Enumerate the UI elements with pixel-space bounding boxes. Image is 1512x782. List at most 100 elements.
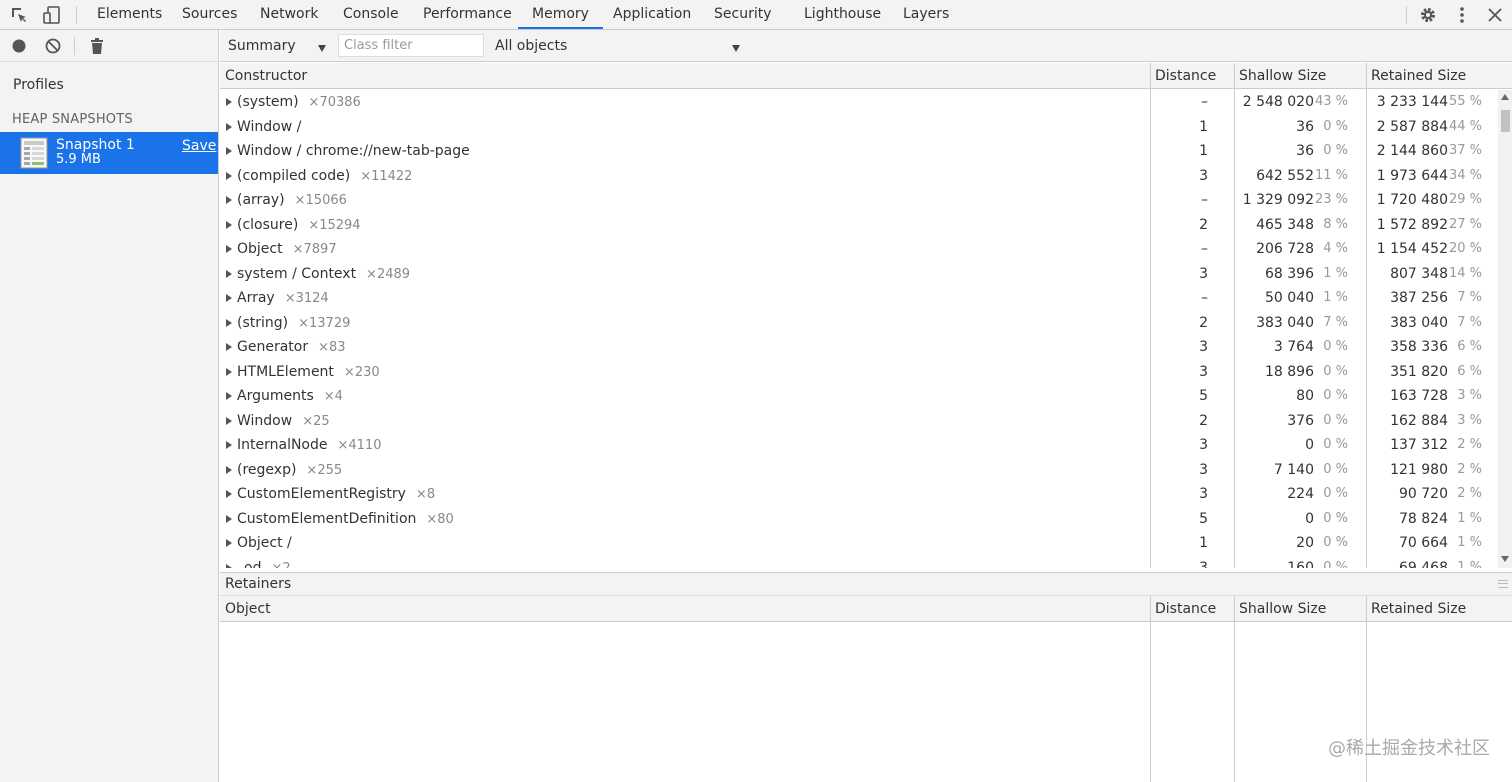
tab-performance[interactable]: Performance xyxy=(423,0,512,29)
scroll-down-icon[interactable] xyxy=(1501,556,1509,562)
snapshot-item[interactable]: Snapshot 1 5.9 MB Save xyxy=(0,132,218,174)
table-row[interactable]: (string) ×13729 2 383 040 7 % 383 040 7 % xyxy=(220,311,1498,336)
snapshot-save-link[interactable]: Save xyxy=(182,138,216,154)
table-row[interactable]: Window / chrome://new-tab-page 1 36 0 % 2 14… xyxy=(220,139,1498,164)
expand-triangle-icon[interactable] xyxy=(226,171,232,180)
retained-percent-cell: 34 % xyxy=(1448,167,1482,183)
header-distance[interactable]: Distance xyxy=(1150,63,1216,89)
expand-triangle-icon[interactable] xyxy=(226,392,232,400)
objects-select[interactable]: All objects xyxy=(495,34,745,58)
scroll-up-icon[interactable] xyxy=(1501,94,1509,100)
scrollbar-thumb[interactable] xyxy=(1501,110,1510,132)
expand-triangle-icon[interactable] xyxy=(226,416,232,425)
table-row[interactable]: Object / 1 20 0 % 70 664 1 % xyxy=(220,531,1498,556)
retained-size-cell: 807 348 xyxy=(1390,265,1448,282)
record-icon[interactable] xyxy=(10,37,28,55)
expand-triangle-icon[interactable] xyxy=(226,514,232,523)
constructor-cell: (system) ×70386 xyxy=(226,90,361,114)
expand-triangle-icon[interactable] xyxy=(226,343,232,351)
retained-percent-cell: 14 % xyxy=(1448,265,1482,281)
distance-cell: 1 xyxy=(1199,118,1208,135)
tab-memory[interactable]: Memory xyxy=(518,0,603,29)
table-row[interactable]: (array) ×15066 – 1 329 092 23 % 1 720 480 29 % xyxy=(220,188,1498,213)
constructor-name: (closure) xyxy=(237,216,299,233)
tab-elements[interactable]: Elements xyxy=(97,0,162,29)
clear-icon[interactable] xyxy=(44,37,62,55)
table-row[interactable]: Object ×7897 – 206 728 4 % 1 154 452 20 % xyxy=(220,237,1498,262)
expand-triangle-icon[interactable] xyxy=(226,98,232,106)
expand-triangle-icon[interactable] xyxy=(226,220,232,229)
table-row[interactable]: (regexp) ×255 3 7 140 0 % 121 980 2 % xyxy=(220,458,1498,483)
settings-gear-icon[interactable] xyxy=(1418,0,1438,29)
expand-triangle-icon[interactable] xyxy=(226,245,232,253)
distance-cell: 3 xyxy=(1199,437,1208,453)
table-row[interactable]: InternalNode ×4110 3 0 0 % 137 312 2 % xyxy=(220,433,1498,458)
expand-triangle-icon[interactable] xyxy=(226,122,232,131)
close-icon[interactable] xyxy=(1487,0,1503,29)
header-shallow-size[interactable]: Shallow Size xyxy=(1234,63,1326,89)
table-header: Constructor Distance Shallow Size Retain… xyxy=(220,63,1512,89)
expand-triangle-icon[interactable] xyxy=(226,147,232,155)
inspect-element-icon[interactable] xyxy=(9,0,29,29)
tab-console[interactable]: Console xyxy=(343,0,399,29)
retained-percent-cell: 6 % xyxy=(1457,363,1482,379)
retained-size-cell: 121 980 xyxy=(1390,461,1448,478)
retained-size-cell: 387 256 xyxy=(1390,290,1448,306)
table-row[interactable]: Generator ×83 3 3 764 0 % 358 336 6 % xyxy=(220,335,1498,360)
retained-percent-cell: 3 % xyxy=(1457,388,1482,403)
table-row[interactable]: Window ×25 2 376 0 % 162 884 3 % xyxy=(220,409,1498,434)
table-row[interactable]: Window / 1 36 0 % 2 587 884 44 % xyxy=(220,115,1498,140)
expand-triangle-icon[interactable] xyxy=(226,294,232,302)
expand-triangle-icon[interactable] xyxy=(226,490,232,498)
retained-size-cell: 137 312 xyxy=(1390,437,1448,453)
expand-triangle-icon[interactable] xyxy=(226,318,232,327)
expand-triangle-icon[interactable] xyxy=(226,563,232,568)
view-select[interactable]: Summary xyxy=(228,34,332,58)
shallow-percent-cell: 0 % xyxy=(1323,363,1348,379)
expand-triangle-icon[interactable] xyxy=(226,269,232,278)
header-retained-size[interactable]: Retained Size xyxy=(1366,596,1466,622)
tab-lighthouse[interactable]: Lighthouse xyxy=(804,0,881,29)
retained-percent-cell: 55 % xyxy=(1448,94,1482,109)
snapshot-name: Snapshot 1 xyxy=(56,137,135,153)
table-row[interactable]: Arguments ×4 5 80 0 % 163 728 3 % xyxy=(220,384,1498,409)
table-row[interactable]: CustomElementDefinition ×80 5 0 0 % 78 824 1 % xyxy=(220,507,1498,532)
trash-icon[interactable] xyxy=(88,37,106,55)
column-divider xyxy=(1150,596,1151,782)
expand-triangle-icon[interactable] xyxy=(226,196,232,204)
constructor-cell: (string) ×13729 xyxy=(226,311,350,335)
resize-handle-icon[interactable] xyxy=(1498,580,1508,588)
tab-sources[interactable]: Sources xyxy=(182,0,237,29)
header-object[interactable]: Object xyxy=(220,596,271,622)
shallow-size-cell: 36 xyxy=(1296,118,1314,135)
more-options-icon[interactable] xyxy=(1454,0,1470,29)
table-row[interactable]: Array ×3124 – 50 040 1 % 387 256 7 % xyxy=(220,286,1498,311)
header-retained-size[interactable]: Retained Size xyxy=(1366,63,1466,89)
tab-layers[interactable]: Layers xyxy=(903,0,949,29)
table-row[interactable]: _od ×2 3 160 0 % 69 468 1 % xyxy=(220,556,1498,568)
class-filter-input[interactable] xyxy=(338,34,484,57)
device-toggle-icon[interactable] xyxy=(41,0,63,29)
snapshot-size: 5.9 MB xyxy=(56,152,101,167)
expand-triangle-icon[interactable] xyxy=(226,465,232,474)
tab-application[interactable]: Application xyxy=(613,0,691,29)
table-row[interactable]: HTMLElement ×230 3 18 896 0 % 351 820 6 % xyxy=(220,360,1498,385)
table-row[interactable]: (compiled code) ×11422 3 642 552 11 % 1 973 6… xyxy=(220,164,1498,189)
header-distance[interactable]: Distance xyxy=(1150,596,1216,622)
table-row[interactable]: (system) ×70386 – 2 548 020 43 % 3 233 144 55 … xyxy=(220,90,1498,115)
tab-network[interactable]: Network xyxy=(260,0,318,29)
table-row[interactable]: (closure) ×15294 2 465 348 8 % 1 572 892 27 % xyxy=(220,213,1498,238)
header-constructor[interactable]: Constructor xyxy=(220,63,307,89)
tab-security[interactable]: Security xyxy=(714,0,772,29)
expand-triangle-icon[interactable] xyxy=(226,367,232,376)
header-shallow-size[interactable]: Shallow Size xyxy=(1234,596,1326,622)
table-row[interactable]: CustomElementRegistry ×8 3 224 0 % 90 720 2 % xyxy=(220,482,1498,507)
expand-triangle-icon[interactable] xyxy=(226,441,232,449)
retained-percent-cell: 2 % xyxy=(1457,461,1482,477)
expand-triangle-icon[interactable] xyxy=(226,539,232,547)
table-row[interactable]: system / Context ×2489 3 68 396 1 % 807 348 14… xyxy=(220,262,1498,287)
retained-size-cell: 1 572 892 xyxy=(1376,216,1448,233)
table-scrollbar[interactable] xyxy=(1498,90,1512,568)
distance-cell: 3 xyxy=(1199,486,1208,502)
distance-cell: 3 xyxy=(1199,339,1208,355)
